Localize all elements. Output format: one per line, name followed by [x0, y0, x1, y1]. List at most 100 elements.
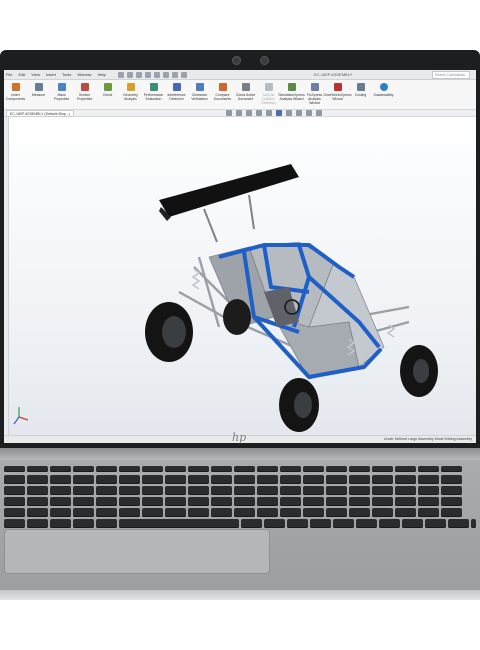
keyboard-key[interactable]: [441, 486, 462, 495]
keyboard-key[interactable]: [188, 475, 209, 484]
keyboard-key[interactable]: [211, 497, 232, 506]
appearance-icon[interactable]: [296, 110, 302, 116]
ribbon-button-insert-components[interactable]: Insert Components: [4, 80, 27, 110]
keyboard-key[interactable]: [326, 497, 347, 506]
keyboard-key[interactable]: [96, 486, 117, 495]
keyboard-key[interactable]: [165, 466, 186, 472]
keyboard-key[interactable]: [27, 497, 48, 506]
scene-icon[interactable]: [306, 110, 312, 116]
keyboard-key[interactable]: [4, 519, 25, 528]
keyboard-key[interactable]: [418, 486, 439, 495]
keyboard-key[interactable]: [234, 475, 255, 484]
keyboard-key[interactable]: [119, 486, 140, 495]
keyboard-key[interactable]: [257, 466, 278, 472]
keyboard-key[interactable]: [96, 497, 117, 506]
keyboard-key[interactable]: [188, 497, 209, 506]
keyboard-key[interactable]: [142, 497, 163, 506]
keyboard-key[interactable]: [310, 519, 331, 528]
keyboard-key[interactable]: [73, 486, 94, 495]
ribbon-button-section-properties[interactable]: Section Properties: [73, 80, 96, 110]
keyboard-key[interactable]: [73, 497, 94, 506]
keyboard-key[interactable]: [349, 508, 370, 517]
keyboard-key[interactable]: [27, 475, 48, 484]
menu-help[interactable]: Help: [98, 72, 106, 77]
keyboard-key[interactable]: [50, 466, 71, 472]
keyboard-key[interactable]: [142, 508, 163, 517]
menu-view[interactable]: View: [31, 72, 40, 77]
keyboard-key[interactable]: [73, 466, 94, 472]
menu-insert[interactable]: Insert: [46, 72, 56, 77]
keyboard-key[interactable]: [303, 466, 324, 472]
keyboard-key[interactable]: [395, 466, 416, 472]
keyboard-key[interactable]: [165, 497, 186, 506]
keyboard-key[interactable]: [280, 497, 301, 506]
ribbon-button-measure[interactable]: Measure: [27, 80, 50, 110]
keyboard-key[interactable]: [372, 486, 393, 495]
keyboard-key[interactable]: [119, 519, 239, 528]
keyboard-key[interactable]: [4, 486, 25, 495]
keyboard-key[interactable]: [234, 497, 255, 506]
keyboard-key[interactable]: [188, 486, 209, 495]
menu-file[interactable]: File: [6, 72, 12, 77]
view-orientation-icon[interactable]: [266, 110, 272, 116]
keyboard-key[interactable]: [142, 486, 163, 495]
keyboard-key[interactable]: [73, 508, 94, 517]
ribbon-button-performance-evaluation[interactable]: Performance Evaluation: [142, 80, 165, 110]
keyboard-key[interactable]: [142, 466, 163, 472]
keyboard-key[interactable]: [395, 475, 416, 484]
keyboard-key[interactable]: [234, 486, 255, 495]
keyboard-key[interactable]: [50, 486, 71, 495]
section-view-icon[interactable]: [256, 110, 262, 116]
print-icon[interactable]: [144, 71, 151, 78]
keyboard-key[interactable]: [211, 486, 232, 495]
keyboard-key[interactable]: [264, 519, 285, 528]
keyboard-key[interactable]: [241, 519, 262, 528]
ribbon-button-check[interactable]: Check: [96, 80, 119, 110]
keyboard-key[interactable]: [326, 466, 347, 472]
keyboard-key[interactable]: [142, 475, 163, 484]
keyboard-key[interactable]: [471, 519, 476, 528]
keyboard-key[interactable]: [402, 519, 423, 528]
keyboard-key[interactable]: [50, 519, 71, 528]
search-commands-input[interactable]: Search Commands: [432, 71, 470, 79]
keyboard-key[interactable]: [119, 466, 140, 472]
keyboard-key[interactable]: [372, 497, 393, 506]
keyboard-key[interactable]: [280, 508, 301, 517]
ribbon-button-clearance-verification[interactable]: Clearance Verification: [188, 80, 211, 110]
ribbon-button-compare-documents[interactable]: Compare Documents: [211, 80, 234, 110]
keyboard-key[interactable]: [441, 508, 462, 517]
ribbon-button-costing[interactable]: Costing: [349, 80, 372, 110]
keyboard-key[interactable]: [280, 475, 301, 484]
options-icon[interactable]: [180, 71, 187, 78]
open-icon[interactable]: [126, 71, 133, 78]
keyboard-key[interactable]: [372, 508, 393, 517]
keyboard-key[interactable]: [27, 519, 48, 528]
keyboard-key[interactable]: [356, 519, 377, 528]
keyboard-key[interactable]: [73, 475, 94, 484]
touchpad[interactable]: [4, 529, 270, 574]
keyboard-key[interactable]: [326, 508, 347, 517]
keyboard-key[interactable]: [418, 466, 439, 472]
keyboard-key[interactable]: [211, 508, 232, 517]
new-icon[interactable]: [117, 71, 124, 78]
menu-window[interactable]: Window: [77, 72, 91, 77]
keyboard-key[interactable]: [287, 519, 308, 528]
keyboard-key[interactable]: [349, 486, 370, 495]
keyboard-key[interactable]: [303, 486, 324, 495]
keyboard-key[interactable]: [27, 466, 48, 472]
keyboard-key[interactable]: [448, 519, 469, 528]
keyboard-key[interactable]: [50, 475, 71, 484]
keyboard-key[interactable]: [165, 486, 186, 495]
kart-model[interactable]: [9, 117, 476, 435]
ribbon-button-collision-detection[interactable]: Add-ins Collision Detection: [257, 80, 280, 110]
ribbon-button-simulationxpress[interactable]: SimulationXpress Analysis Wizard: [278, 80, 305, 110]
keyboard-key[interactable]: [349, 475, 370, 484]
keyboard-key[interactable]: [349, 466, 370, 472]
keyboard-key[interactable]: [211, 475, 232, 484]
document-tab[interactable]: EC-180P ASSEMBLY (Default<Disp...): [6, 110, 74, 117]
keyboard-key[interactable]: [96, 475, 117, 484]
keyboard-key[interactable]: [395, 508, 416, 517]
keyboard-key[interactable]: [441, 475, 462, 484]
select-icon[interactable]: [162, 71, 169, 78]
menu-tools[interactable]: Tools: [62, 72, 71, 77]
